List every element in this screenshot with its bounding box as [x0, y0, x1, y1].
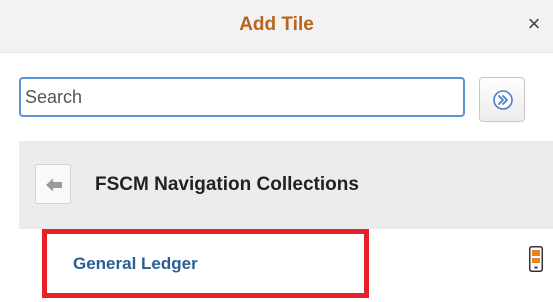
dialog-title: Add Tile [239, 14, 314, 35]
search-go-button[interactable] [479, 77, 525, 122]
double-chevron-right-icon [493, 90, 513, 110]
arrow-left-icon [46, 178, 62, 192]
back-button[interactable] [35, 164, 71, 204]
collection-title: FSCM Navigation Collections [95, 174, 359, 195]
collection-header: FSCM Navigation Collections [19, 141, 553, 229]
close-icon[interactable]: × [523, 11, 545, 37]
mobile-device-icon [529, 246, 543, 272]
dialog-header: Add Tile × [0, 0, 553, 53]
highlight-box [42, 229, 369, 298]
search-input[interactable] [19, 77, 465, 117]
list-item[interactable]: General Ledger [19, 229, 553, 302]
